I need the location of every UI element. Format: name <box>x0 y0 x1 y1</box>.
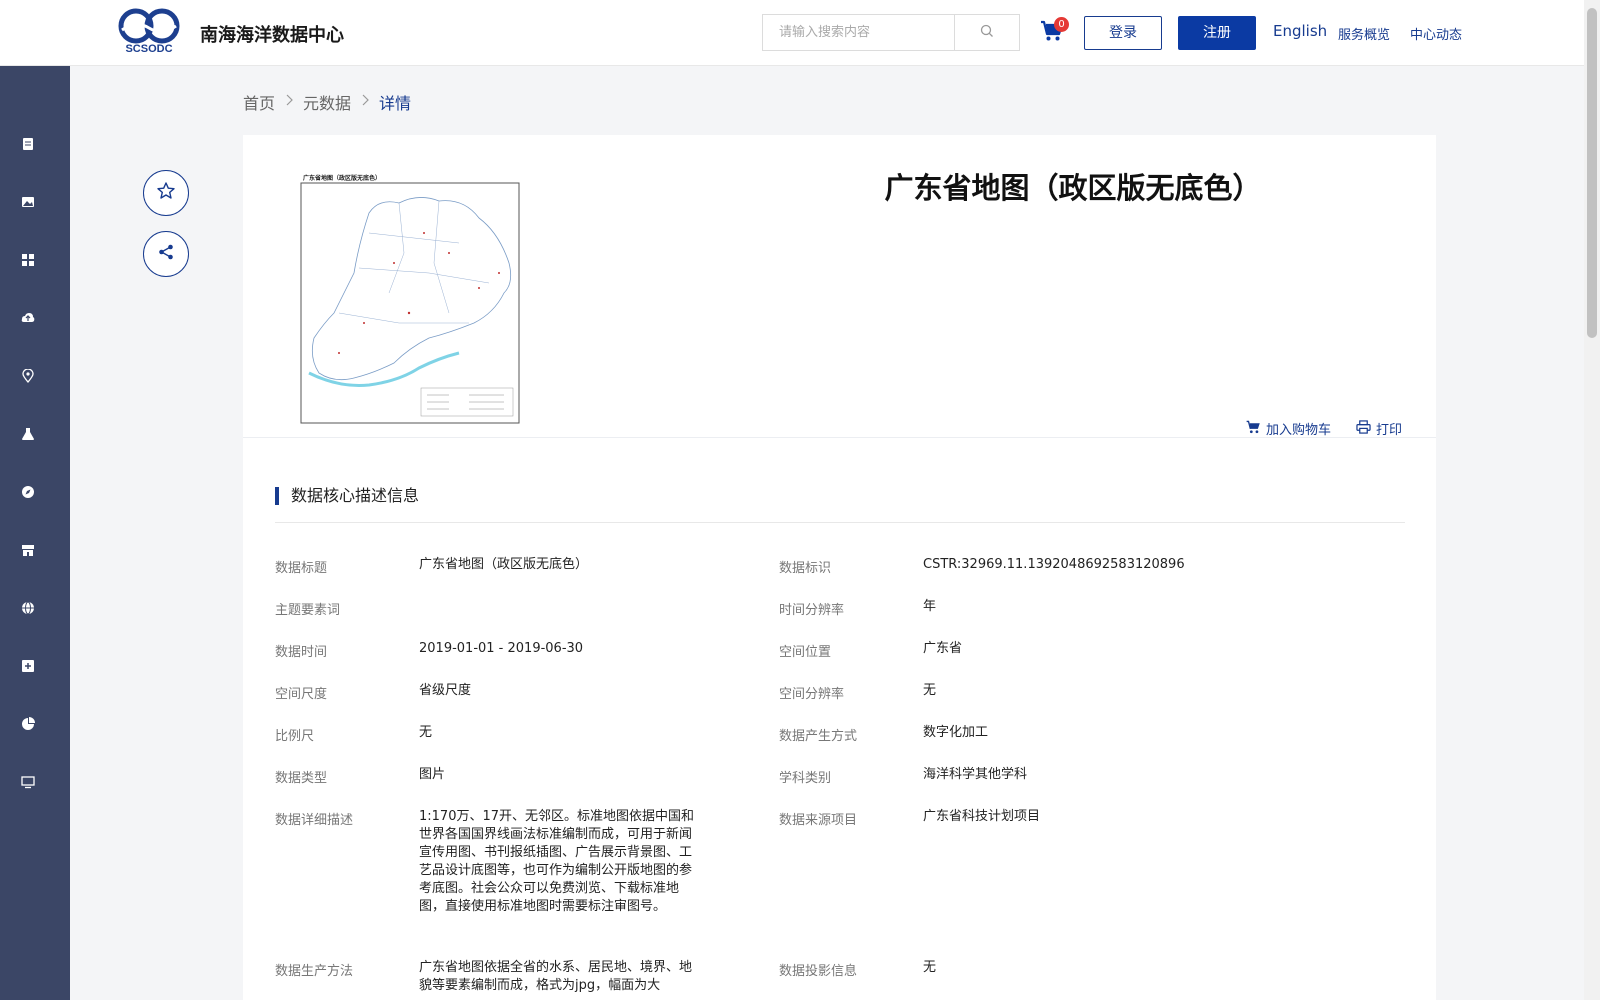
image-icon[interactable] <box>20 194 36 210</box>
chevron-right-icon <box>361 94 369 110</box>
field-label-title: 数据标题 <box>275 561 328 576</box>
print-button[interactable]: 打印 <box>1356 419 1402 438</box>
breadcrumb-home[interactable]: 首页 <box>243 90 275 114</box>
location-pin-icon[interactable] <box>20 368 36 384</box>
divider <box>275 522 1405 523</box>
cloud-upload-icon[interactable] <box>20 310 36 326</box>
field-value-projection: 无 <box>923 960 937 975</box>
field-label-time: 数据时间 <box>275 645 328 660</box>
globe-icon[interactable] <box>20 600 36 616</box>
field-label-discipline: 学科类别 <box>779 771 832 786</box>
search-box <box>762 14 1020 51</box>
field-value-location: 广东省 <box>923 641 963 656</box>
chevron-right-icon <box>285 94 293 110</box>
breadcrumb: 首页 元数据 详情 <box>243 90 411 114</box>
add-to-cart-label: 加入购物车 <box>1266 423 1332 438</box>
grid-icon[interactable] <box>20 252 36 268</box>
cart-button[interactable]: 0 <box>1040 17 1069 46</box>
field-label-description: 数据详细描述 <box>275 813 354 828</box>
detail-title: 广东省地图（政区版无底色） <box>884 171 1262 205</box>
field-value-time: 2019-01-01 - 2019-06-30 <box>419 641 584 656</box>
map-caption: 广东省地图（政区版无底色） <box>303 174 381 182</box>
divider <box>243 437 1436 438</box>
cart-icon <box>1246 420 1266 438</box>
field-value-identifier: CSTR:32969.11.1392048692583120896 <box>923 557 1185 572</box>
favorite-button[interactable] <box>143 170 189 216</box>
section-title: 数据核心描述信息 <box>275 487 419 505</box>
search-button[interactable] <box>955 15 1019 50</box>
compass-icon[interactable] <box>20 484 36 500</box>
star-icon <box>156 181 176 205</box>
field-label-identifier: 数据标识 <box>779 561 832 576</box>
breadcrumb-detail: 详情 <box>379 94 412 113</box>
field-value-spatial-scale: 省级尺度 <box>419 683 472 698</box>
svg-text:SCSODC: SCSODC <box>125 43 172 54</box>
field-value-description: 1:170万、17开、无邻区。标准地图依据中国和世界各国国界线画法标准编制而成，… <box>419 809 695 914</box>
field-label-production-method: 数据生产方法 <box>275 964 354 979</box>
scrollbar-thumb[interactable] <box>1587 8 1597 338</box>
field-value-source-project: 广东省科技计划项目 <box>923 809 1041 824</box>
register-button[interactable]: 注册 <box>1178 16 1256 50</box>
field-value-data-type: 图片 <box>419 767 446 782</box>
field-value-discipline: 海洋科学其他学科 <box>923 767 1028 782</box>
printer-icon <box>1356 419 1376 438</box>
field-label-time-resolution: 时间分辨率 <box>779 603 845 618</box>
site-title[interactable]: 南海海洋数据中心 <box>200 21 344 47</box>
flask-icon[interactable] <box>20 426 36 442</box>
nav-center-news[interactable]: 中心动态 <box>1410 24 1462 43</box>
search-input[interactable] <box>763 15 955 50</box>
print-label: 打印 <box>1376 423 1403 438</box>
monitor-icon[interactable] <box>20 774 36 790</box>
detail-card: 广东省地图（政区版无底色） 广东省地图（政区版无底色） 加入购物车 打印 数据核… <box>243 135 1436 1000</box>
share-icon <box>157 243 175 265</box>
pie-chart-icon[interactable] <box>20 716 36 732</box>
breadcrumb-metadata[interactable]: 元数据 <box>303 90 351 114</box>
field-label-generation-mode: 数据产生方式 <box>779 729 858 744</box>
field-label-source-project: 数据来源项目 <box>779 813 858 828</box>
login-button[interactable]: 登录 <box>1084 16 1162 50</box>
cart-count-badge: 0 <box>1054 17 1069 32</box>
plus-square-icon[interactable] <box>20 658 36 674</box>
map-thumbnail[interactable]: 广东省地图（政区版无底色） <box>299 173 521 427</box>
field-value-map-scale: 无 <box>419 725 433 740</box>
store-icon[interactable] <box>20 542 36 558</box>
field-label-keywords: 主题要素词 <box>275 603 341 618</box>
field-label-location: 空间位置 <box>779 645 832 660</box>
left-sidebar <box>0 66 70 1000</box>
field-label-spatial-scale: 空间尺度 <box>275 687 328 702</box>
share-button[interactable] <box>143 231 189 277</box>
field-label-projection: 数据投影信息 <box>779 964 858 979</box>
add-to-cart-button[interactable]: 加入购物车 <box>1246 419 1331 438</box>
nav-english[interactable]: English <box>1273 22 1327 40</box>
document-icon[interactable] <box>20 136 36 152</box>
nav-service-overview[interactable]: 服务概览 <box>1338 24 1390 43</box>
field-label-spatial-resolution: 空间分辨率 <box>779 687 845 702</box>
field-label-data-type: 数据类型 <box>275 771 328 786</box>
field-value-generation-mode: 数字化加工 <box>923 725 989 740</box>
page-scrollbar[interactable] <box>1584 0 1600 1000</box>
field-value-title: 广东省地图（政区版无底色） <box>419 557 589 572</box>
field-value-production-method: 广东省地图依据全省的水系、居民地、境界、地貌等要素编制而成，格式为jpg，幅面为… <box>419 960 693 993</box>
top-header: SCSODC 南海海洋数据中心 0 登录 注册 English 服务概览 中心动… <box>0 0 1584 66</box>
field-label-map-scale: 比例尺 <box>275 729 315 744</box>
site-logo[interactable]: SCSODC <box>118 6 180 55</box>
search-icon <box>980 23 994 42</box>
field-value-time-resolution: 年 <box>923 599 937 614</box>
field-value-spatial-resolution: 无 <box>923 683 937 698</box>
